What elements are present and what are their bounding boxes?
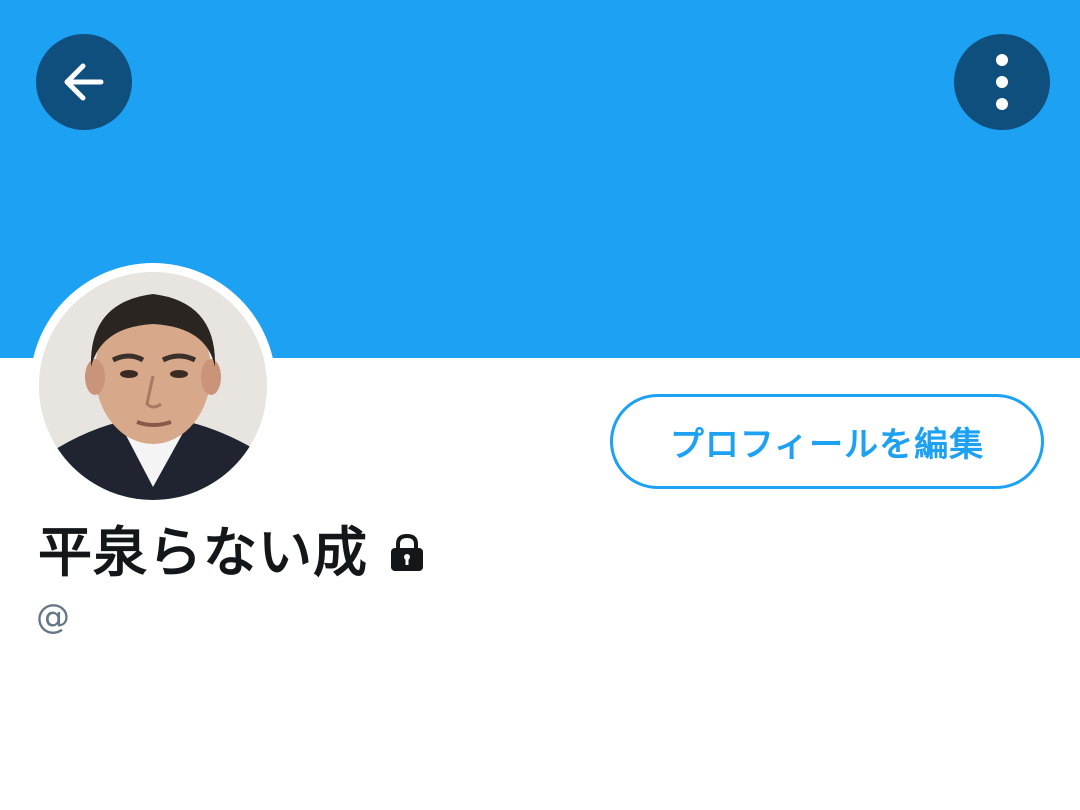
- display-name: 平泉らない成: [38, 520, 368, 584]
- user-handle: @: [36, 597, 70, 637]
- lock-icon: [386, 531, 428, 573]
- more-vertical-icon: [992, 52, 1012, 112]
- arrow-left-icon: [57, 55, 111, 109]
- back-button[interactable]: [36, 34, 132, 130]
- edit-profile-button[interactable]: プロフィールを編集: [610, 394, 1044, 489]
- avatar[interactable]: [30, 263, 276, 509]
- name-row: 平泉らない成: [38, 512, 428, 584]
- avatar-photo: [39, 272, 267, 500]
- more-options-button[interactable]: [954, 34, 1050, 130]
